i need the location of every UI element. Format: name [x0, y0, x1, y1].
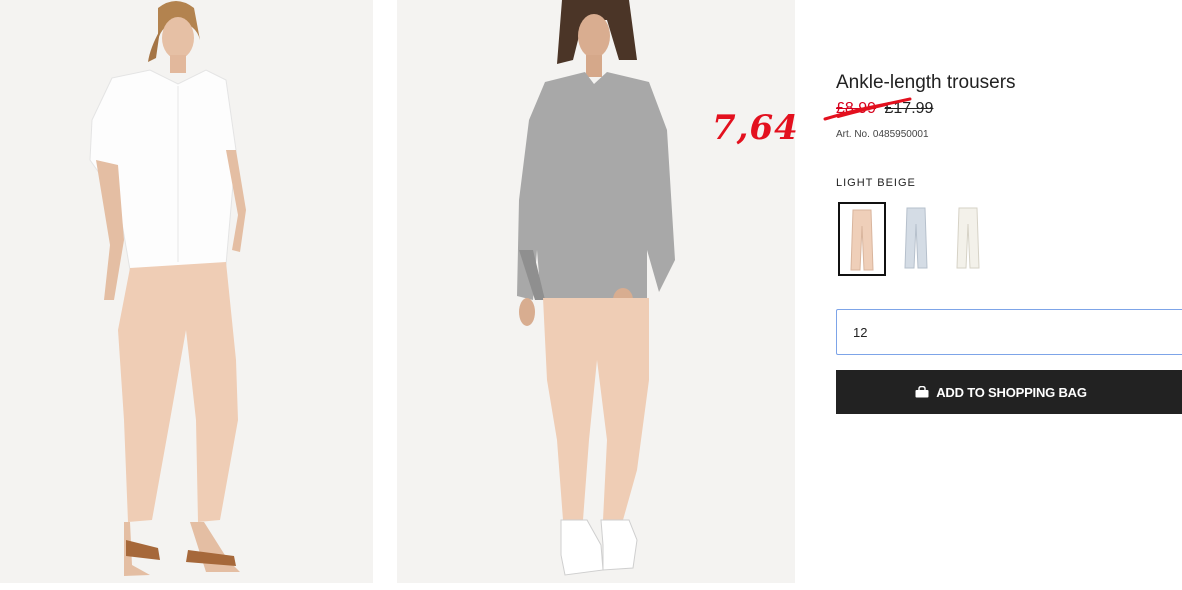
article-number-value: 0485950001	[872, 129, 929, 140]
color-swatch-light-beige[interactable]	[838, 202, 886, 276]
product-title: Ankle-length trousers	[836, 72, 1016, 93]
light-blue-trousers-icon	[904, 207, 928, 269]
model-figure-illustration	[89, 1, 246, 576]
color-swatch-white[interactable]	[944, 202, 992, 276]
beige-trousers-icon	[850, 209, 874, 271]
add-to-shopping-bag-label: ADD TO SHOPPING BAG	[936, 384, 1087, 400]
article-number-label: Art. No.	[836, 129, 870, 140]
article-number: Art. No. 0485950001	[836, 129, 929, 140]
product-photo-model-white-shirt[interactable]	[0, 0, 373, 583]
handwritten-strike-mark	[823, 97, 912, 121]
selected-color-label: LIGHT BEIGE	[836, 177, 916, 189]
shopping-bag-icon	[915, 386, 929, 398]
size-input[interactable]	[837, 310, 1182, 354]
add-to-shopping-bag-button[interactable]: ADD TO SHOPPING BAG	[836, 370, 1182, 414]
size-field[interactable]	[836, 309, 1182, 355]
white-trousers-icon	[956, 207, 980, 269]
color-swatch-light-blue[interactable]	[892, 202, 940, 276]
model-figure-illustration	[517, 0, 675, 576]
handwritten-price-annotation: 7,64	[712, 108, 799, 148]
product-photo-model-grey-sweatshirt[interactable]	[397, 0, 795, 583]
